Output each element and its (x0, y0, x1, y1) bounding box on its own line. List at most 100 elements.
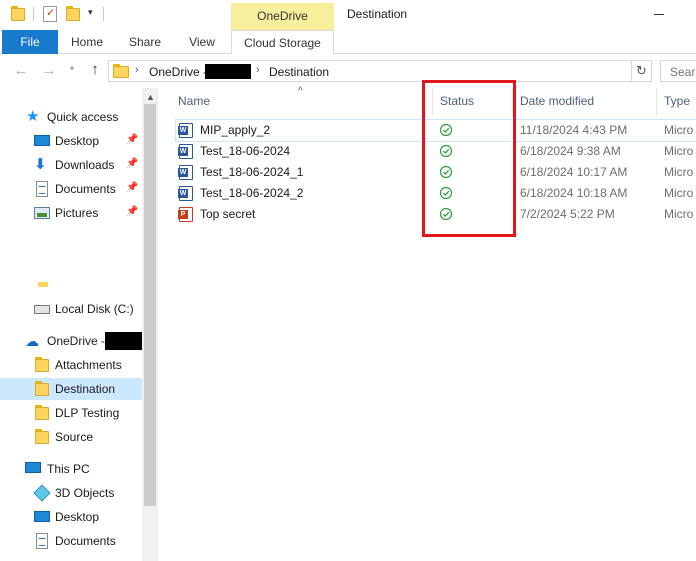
sidebar-item-this-pc[interactable]: This PC (0, 458, 142, 480)
customize-quick-access-dropdown[interactable]: ▾ (88, 7, 98, 21)
column-header-date-modified[interactable]: Date modified (520, 94, 594, 108)
folder-icon[interactable] (11, 6, 25, 21)
tab-file[interactable]: File (2, 30, 58, 54)
minimize-button[interactable] (651, 5, 671, 25)
sidebar-item-pc-documents[interactable]: Documents (0, 530, 142, 552)
file-type: Micro (664, 123, 694, 137)
scroll-up-arrow-icon[interactable]: ▲ (146, 92, 155, 102)
downloads-icon: ⬇ (34, 156, 47, 173)
sidebar-item-label: Pictures (55, 206, 99, 220)
3d-objects-icon (33, 484, 51, 502)
folder-icon (35, 357, 49, 372)
sidebar-item-quick-access[interactable]: ★ Quick access (0, 106, 142, 128)
sidebar-item-pictures[interactable]: Pictures 📌 (0, 202, 142, 224)
word-icon: W (178, 165, 193, 180)
navigation-scrollbar[interactable]: ▲ (142, 88, 158, 561)
sidebar-item-attachments[interactable]: Attachments (0, 354, 142, 376)
up-arrow-icon[interactable]: ↑ (86, 61, 104, 78)
properties-icon[interactable]: ✓ (43, 6, 57, 22)
breadcrumb-destination[interactable]: Destination (269, 65, 329, 79)
forward-arrow-icon[interactable]: → (40, 62, 58, 79)
address-bar[interactable]: › OneDrive - › Destination ▾ (108, 60, 632, 82)
desktop-icon (34, 511, 50, 522)
sidebar-item-label: Source (55, 430, 94, 444)
window-title: Destination (347, 7, 408, 21)
navigation-pane: ★ Quick access Desktop 📌 ⬇ Downloads 📌 D… (0, 88, 158, 561)
new-folder-icon[interactable] (66, 6, 80, 21)
file-type: Micro (664, 207, 694, 221)
disk-drive-icon (34, 305, 50, 314)
column-header-name[interactable]: Name (178, 94, 210, 108)
recent-locations-chevron-icon[interactable]: ▾ (70, 64, 74, 73)
file-date-modified: 6/18/2024 10:18 AM (520, 186, 628, 200)
column-header-type[interactable]: Type (664, 94, 690, 108)
cloud-icon: ☁ (25, 333, 39, 349)
sidebar-item-label: Desktop (55, 510, 100, 524)
back-arrow-icon[interactable]: ← (12, 62, 30, 79)
sidebar-item-source[interactable]: Source (0, 426, 142, 448)
tab-share[interactable]: Share (122, 30, 168, 54)
file-type: Micro (664, 144, 694, 158)
desktop-icon (34, 135, 50, 146)
tab-home[interactable]: Home (64, 30, 110, 54)
file-date-modified: 7/2/2024 5:22 PM (520, 207, 615, 221)
search-placeholder: Searc (670, 65, 696, 79)
powerpoint-icon: P (178, 207, 193, 222)
pictures-icon (34, 207, 50, 219)
documents-icon (36, 533, 48, 549)
pin-icon[interactable]: 📌 (126, 206, 138, 217)
word-icon: W (178, 123, 193, 138)
search-input[interactable]: Searc (660, 60, 696, 82)
file-type: Micro (664, 165, 694, 179)
sidebar-item-label: OneDrive - (47, 334, 106, 348)
redacted-account-name (205, 64, 251, 79)
computer-icon (25, 462, 41, 473)
file-date-modified: 6/18/2024 10:17 AM (520, 165, 628, 179)
folder-icon (35, 381, 49, 396)
sidebar-item-onedrive[interactable]: ☁ OneDrive - (0, 330, 148, 352)
sort-ascending-icon: ^ (298, 86, 303, 97)
pin-icon[interactable]: 📌 (126, 158, 138, 169)
ribbon-tabs: File Home Share View Cloud Storage (0, 30, 696, 55)
sidebar-item-label: 3D Objects (55, 486, 115, 500)
sidebar-item-desktop[interactable]: Desktop 📌 (0, 130, 142, 152)
sidebar-item-label: Local Disk (C:) (55, 302, 134, 316)
title-bar: ✓ ▾ OneDrive Destination (0, 0, 696, 30)
file-date-modified: 11/18/2024 4:43 PM (520, 123, 628, 137)
pin-icon[interactable]: 📌 (126, 182, 138, 193)
sidebar-item-label: Destination (55, 382, 116, 396)
word-icon: W (178, 186, 193, 201)
sidebar-item-label: Downloads (55, 158, 115, 172)
tab-view[interactable]: View (180, 30, 224, 54)
sidebar-item-label: Documents (55, 534, 116, 548)
tab-cloud-storage[interactable]: Cloud Storage (231, 30, 334, 55)
sidebar-item-label: Attachments (55, 358, 122, 372)
sidebar-item-label: Desktop (55, 134, 100, 148)
sidebar-item-dlp-testing[interactable]: DLP Testing (0, 402, 142, 424)
file-type: Micro (664, 186, 694, 200)
file-name: Top secret (200, 207, 256, 221)
quick-access-separator (103, 7, 104, 21)
file-name: Test_18-06-2024_1 (200, 165, 304, 179)
word-icon: W (178, 144, 193, 159)
sidebar-item-3d-objects[interactable]: 3D Objects (0, 482, 142, 504)
breadcrumb-onedrive[interactable]: OneDrive - (149, 65, 207, 79)
onedrive-context-tab-header: OneDrive (231, 3, 334, 30)
star-icon: ★ (26, 108, 40, 125)
sidebar-item-pc-desktop[interactable]: Desktop (0, 506, 142, 528)
file-name: Test_18-06-2024 (200, 144, 291, 158)
pin-icon[interactable]: 📌 (126, 134, 138, 145)
sidebar-item-downloads[interactable]: ⬇ Downloads 📌 (0, 154, 142, 176)
file-name: MIP_apply_2 (200, 123, 271, 137)
quick-access-separator (33, 7, 34, 21)
file-name: Test_18-06-2024_2 (200, 186, 304, 200)
sidebar-item-local-disk[interactable]: Local Disk (C:) (0, 298, 142, 320)
breadcrumb-separator-icon[interactable]: › (256, 64, 260, 76)
breadcrumb-separator-icon[interactable]: › (135, 64, 139, 76)
refresh-icon[interactable]: ↻ (632, 60, 652, 82)
sidebar-item-documents[interactable]: Documents 📌 (0, 178, 142, 200)
sidebar-item-destination[interactable]: Destination (0, 378, 142, 400)
scroll-thumb[interactable] (144, 104, 156, 506)
sidebar-item-label: Quick access (47, 110, 119, 124)
column-divider[interactable] (656, 88, 657, 116)
